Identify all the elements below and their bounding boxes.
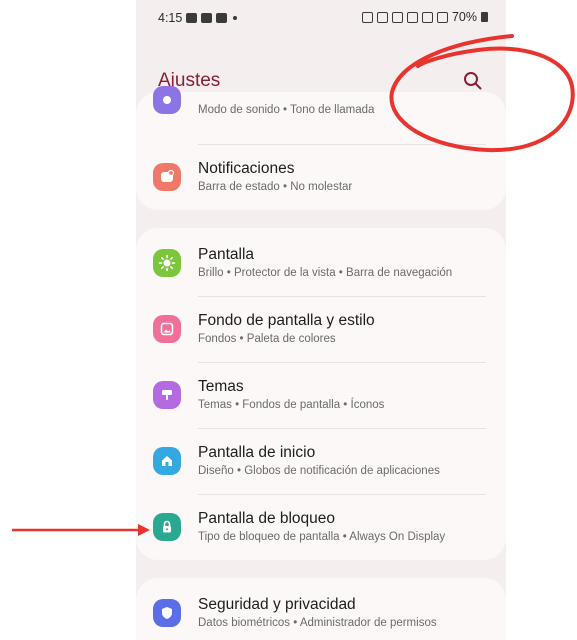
sound-icon	[153, 86, 181, 114]
more-notifications-icon	[233, 16, 238, 20]
settings-card-display: Pantalla Brillo • Protector de la vista …	[136, 228, 506, 560]
shield-icon	[153, 599, 181, 627]
status-left: 4:15	[158, 11, 238, 25]
mute-icon	[406, 11, 418, 23]
status-bar: 4:15 70%	[136, 0, 506, 36]
app-notification-icon	[201, 13, 213, 23]
settings-item-subtitle: Datos biométricos • Administrador de per…	[198, 617, 437, 629]
divider	[198, 296, 486, 297]
themes-icon	[153, 381, 181, 409]
signal-icon	[436, 11, 448, 23]
settings-item-title: Pantalla de inicio	[198, 444, 316, 461]
status-time: 4:15	[158, 11, 183, 25]
phone-screen: 4:15 70% Ajustes Modo de sonido • Tono d…	[136, 0, 506, 640]
home-icon	[153, 447, 181, 475]
settings-item-subtitle: Brillo • Protector de la vista • Barra d…	[198, 267, 453, 279]
settings-card-security: Seguridad y privacidad Datos biométricos…	[136, 578, 506, 640]
settings-item-subtitle: Barra de estado • No molestar	[198, 181, 353, 193]
lock-icon	[153, 513, 181, 541]
settings-item-fondo[interactable]: Fondo de pantalla y estilo Fondos • Pale…	[136, 298, 506, 360]
gallery-notification-icon	[186, 13, 198, 23]
settings-item-pantalla[interactable]: Pantalla Brillo • Protector de la vista …	[136, 232, 506, 294]
battery-icon	[481, 12, 488, 22]
bluetooth-icon	[391, 11, 403, 23]
settings-item-subtitle: Modo de sonido • Tono de llamada	[198, 104, 375, 116]
divider	[198, 144, 486, 145]
settings-item-subtitle: Temas • Fondos de pantalla • Íconos	[198, 399, 385, 411]
notification-icon	[153, 163, 181, 191]
wifi-icon	[421, 11, 433, 23]
settings-item-subtitle: Tipo de bloqueo de pantalla • Always On …	[198, 531, 446, 543]
brightness-icon	[153, 249, 181, 277]
settings-card-sound-notifications: Modo de sonido • Tono de llamada Notific…	[136, 86, 506, 210]
message-notification-icon	[216, 13, 228, 23]
settings-item-title: Temas	[198, 378, 244, 395]
alarm-icon	[361, 11, 373, 23]
divider	[198, 428, 486, 429]
settings-item-title: Pantalla	[198, 246, 255, 263]
settings-item-inicio[interactable]: Pantalla de inicio Diseño • Globos de no…	[136, 430, 506, 492]
settings-item-title: Fondo de pantalla y estilo	[198, 312, 375, 329]
settings-item-title: Pantalla de bloqueo	[198, 510, 336, 527]
divider	[198, 362, 486, 363]
wallpaper-icon	[153, 315, 181, 343]
settings-item-title: Notificaciones	[198, 160, 295, 177]
status-right: 70%	[361, 10, 488, 24]
settings-item-subtitle: Diseño • Globos de notificación de aplic…	[198, 465, 440, 477]
settings-item-subtitle: Fondos • Paleta de colores	[198, 333, 336, 345]
screenshot-canvas: 4:15 70% Ajustes Modo de sonido • Tono d…	[0, 0, 577, 640]
settings-item-title: Seguridad y privacidad	[198, 596, 356, 613]
settings-item-temas[interactable]: Temas Temas • Fondos de pantalla • Ícono…	[136, 364, 506, 426]
battery-percentage: 70%	[451, 10, 477, 24]
settings-item-seguridad[interactable]: Seguridad y privacidad Datos biométricos…	[136, 582, 506, 640]
settings-item-sonido[interactable]: Modo de sonido • Tono de llamada	[136, 82, 506, 144]
settings-item-notificaciones[interactable]: Notificaciones Barra de estado • No mole…	[136, 146, 506, 208]
settings-item-bloqueo[interactable]: Pantalla de bloqueo Tipo de bloqueo de p…	[136, 496, 506, 558]
nfc-icon	[376, 11, 388, 23]
divider	[198, 494, 486, 495]
